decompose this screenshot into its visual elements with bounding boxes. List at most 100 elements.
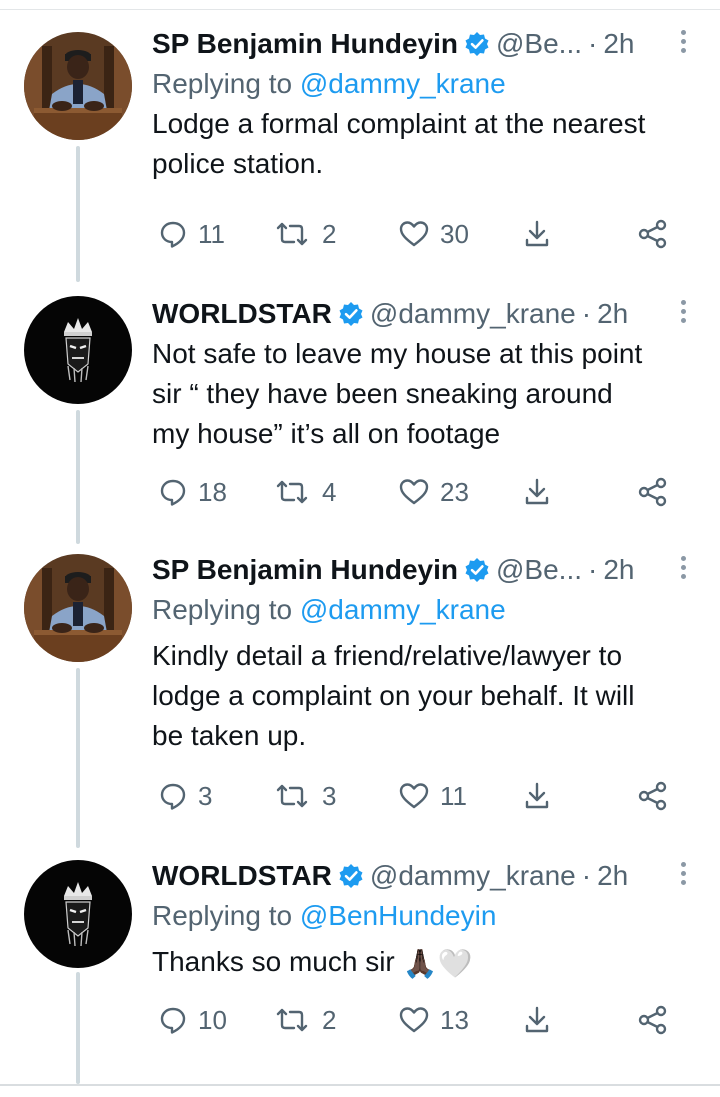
more-options-icon[interactable] — [679, 862, 687, 888]
retweet-icon — [276, 480, 308, 504]
download-icon — [525, 782, 549, 809]
like-count: 11 — [440, 780, 467, 811]
share-icon — [638, 1005, 667, 1035]
share-button[interactable] — [637, 212, 669, 256]
reply-button[interactable]: 18 — [158, 470, 227, 514]
reply-icon — [160, 479, 186, 506]
retweet-icon — [276, 222, 308, 246]
user-handle[interactable]: @Be... — [496, 28, 582, 60]
tweet-text-line: my house” it’s all on footage — [152, 418, 501, 449]
save-button[interactable] — [522, 998, 552, 1042]
like-count: 13 — [440, 1004, 469, 1035]
share-button[interactable] — [637, 774, 669, 818]
more-options-icon[interactable] — [679, 556, 687, 582]
display-name[interactable]: WORLDSTAR — [152, 298, 332, 330]
tweet-text-line: Thanks so much sir — [152, 946, 395, 977]
tweet-text-line: Kindly detail a friend/relative/lawyer t… — [152, 640, 623, 671]
separator-dot: · — [581, 298, 592, 329]
timestamp[interactable]: 2h — [603, 554, 634, 586]
share-button[interactable] — [637, 470, 669, 514]
reply-count: 11 — [198, 218, 225, 249]
tweet-text-line: sir “ they have been sneaking around — [152, 378, 613, 409]
download-icon — [525, 220, 549, 247]
reply-count: 3 — [198, 780, 213, 811]
retweet-button[interactable]: 3 — [272, 774, 336, 818]
tweet-text-line: lodge a complaint on your behalf. It wil… — [152, 680, 635, 711]
verified-badge-icon — [338, 863, 364, 889]
reply-icon — [160, 783, 186, 810]
avatar-crowned-face[interactable] — [24, 296, 132, 404]
timestamp[interactable]: 2h — [597, 860, 628, 892]
reply-icon — [160, 1007, 186, 1034]
tweet-text-line: Not safe to leave my house at this point — [152, 338, 643, 369]
mention-link[interactable]: @BenHundeyin — [300, 900, 497, 931]
heart-icon — [399, 479, 429, 505]
reply-count: 18 — [198, 476, 227, 507]
thread-line — [76, 668, 80, 848]
reply-button[interactable]: 10 — [158, 998, 227, 1042]
like-count: 23 — [440, 476, 469, 507]
download-icon — [525, 478, 549, 505]
replying-to: Replying to @BenHundeyin — [152, 896, 697, 936]
timestamp[interactable]: 2h — [597, 298, 628, 330]
verified-badge-icon — [464, 31, 490, 57]
mention-link[interactable]: @dammy_krane — [300, 594, 506, 625]
share-icon — [638, 781, 667, 811]
separator-dot: · — [581, 860, 592, 891]
replying-to-label: Replying to — [152, 68, 300, 99]
mention-link[interactable]: @dammy_krane — [300, 68, 506, 99]
retweet-icon — [276, 1008, 308, 1032]
timestamp[interactable]: 2h — [603, 28, 634, 60]
reply-icon — [160, 221, 186, 248]
more-options-icon[interactable] — [679, 300, 687, 326]
like-button[interactable]: 13 — [398, 998, 469, 1042]
heart-icon — [399, 783, 429, 809]
display-name[interactable]: SP Benjamin Hundeyin — [152, 554, 458, 586]
like-button[interactable]: 11 — [398, 774, 467, 818]
bottom-divider — [0, 1084, 720, 1086]
avatar-police-officer[interactable] — [24, 554, 132, 662]
avatar-crowned-face[interactable] — [24, 860, 132, 968]
replying-to: Replying to @dammy_krane — [152, 590, 697, 630]
user-handle[interactable]: @dammy_krane — [370, 860, 576, 892]
retweet-button[interactable]: 4 — [272, 470, 336, 514]
replying-to-label: Replying to — [152, 900, 300, 931]
retweet-count: 3 — [322, 780, 337, 811]
save-button[interactable] — [522, 470, 552, 514]
save-button[interactable] — [522, 212, 552, 256]
tweet-text-line: police station. — [152, 148, 324, 179]
like-count: 30 — [440, 218, 469, 249]
retweet-icon — [276, 784, 308, 808]
tweet-actions: 18 4 23 — [152, 470, 697, 514]
save-button[interactable] — [522, 774, 552, 818]
separator-dot: · — [588, 554, 598, 585]
share-icon — [638, 219, 667, 249]
like-button[interactable]: 23 — [398, 470, 469, 514]
tweet-text-line: Lodge a formal complaint at the nearest — [152, 108, 646, 139]
user-handle[interactable]: @dammy_krane — [370, 298, 576, 330]
thread-line — [76, 146, 80, 282]
verified-badge-icon — [464, 557, 490, 583]
user-handle[interactable]: @Be... — [496, 554, 582, 586]
tweet-actions: 11 2 30 — [152, 212, 697, 256]
top-divider — [0, 9, 720, 10]
display-name[interactable]: SP Benjamin Hundeyin — [152, 28, 458, 60]
reply-count: 10 — [198, 1004, 227, 1035]
like-button[interactable]: 30 — [398, 212, 469, 256]
tweet-text: Thanks so much sir 🙏🏿🤍 — [152, 942, 697, 984]
retweet-button[interactable]: 2 — [272, 998, 336, 1042]
tweet-actions: 10 2 13 — [152, 998, 697, 1042]
display-name[interactable]: WORLDSTAR — [152, 860, 332, 892]
reply-button[interactable]: 3 — [158, 774, 212, 818]
retweet-count: 4 — [322, 476, 337, 507]
avatar-police-officer[interactable] — [24, 32, 132, 140]
tweet-text-line: be taken up. — [152, 720, 307, 751]
retweet-button[interactable]: 2 — [272, 212, 336, 256]
replying-to-label: Replying to — [152, 594, 300, 625]
more-options-icon[interactable] — [679, 30, 687, 56]
share-button[interactable] — [637, 998, 669, 1042]
thread-line — [76, 410, 80, 544]
share-icon — [638, 477, 667, 507]
heart-icon — [399, 1007, 429, 1033]
reply-button[interactable]: 11 — [158, 212, 225, 256]
